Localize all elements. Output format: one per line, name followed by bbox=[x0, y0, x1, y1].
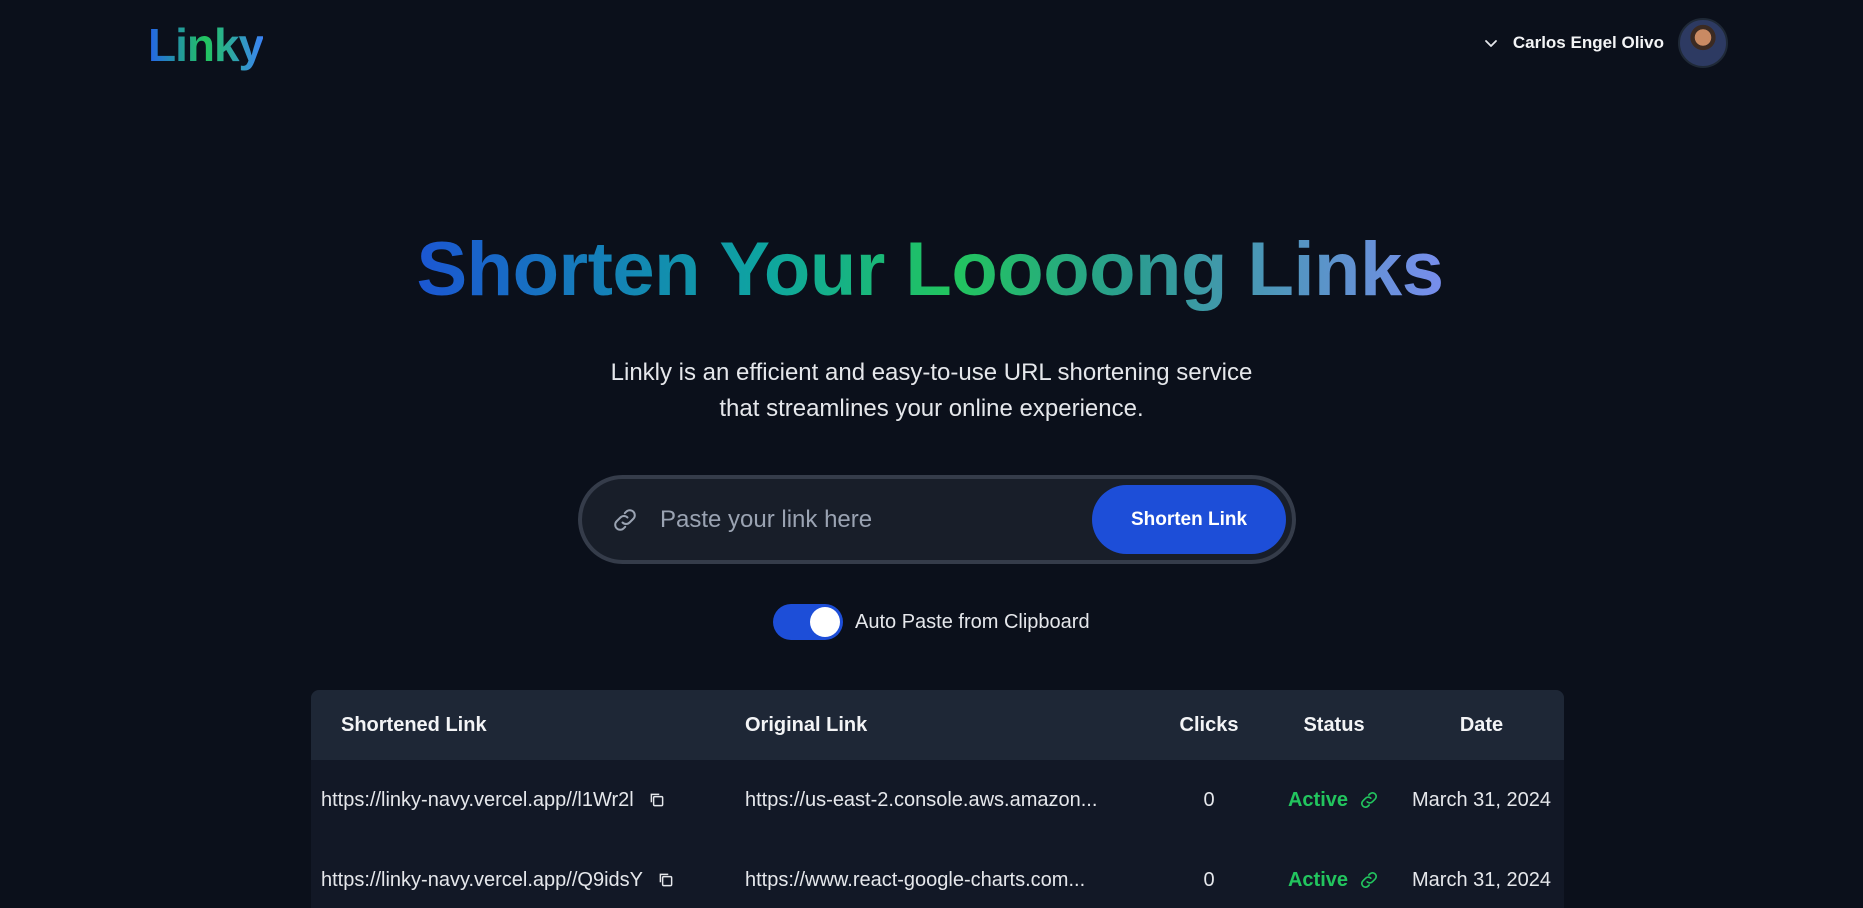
auto-paste-setting: Auto Paste from Clipboard bbox=[773, 604, 1090, 640]
shorten-form: Shorten Link bbox=[578, 475, 1296, 564]
toggle-knob bbox=[810, 607, 840, 637]
link-icon bbox=[614, 508, 636, 531]
original-link[interactable]: https://us-east-2.console.aws.amazon... bbox=[745, 789, 1149, 812]
link-icon[interactable] bbox=[1358, 789, 1380, 811]
copy-icon[interactable] bbox=[648, 791, 666, 809]
hero-subtitle-line-1: Linkly is an efficient and easy-to-use U… bbox=[610, 359, 1253, 386]
shortened-link[interactable]: https://linky-navy.vercel.app//l1Wr2l bbox=[321, 789, 634, 812]
auto-paste-toggle[interactable] bbox=[773, 604, 843, 640]
user-name[interactable]: Carlos Engel Olivo bbox=[1513, 33, 1664, 53]
header-shortened-link: Shortened Link bbox=[341, 713, 487, 736]
avatar[interactable] bbox=[1678, 18, 1728, 68]
status-badge: Active bbox=[1287, 788, 1349, 811]
hero-title: Shorten Your Loooong Links bbox=[380, 226, 1480, 313]
link-icon[interactable] bbox=[1358, 869, 1380, 891]
app-logo[interactable]: Linky bbox=[148, 18, 264, 72]
links-table: Shortened Link Original Link Clicks Stat… bbox=[311, 690, 1564, 908]
link-input[interactable] bbox=[660, 505, 1092, 534]
auto-paste-label: Auto Paste from Clipboard bbox=[855, 610, 1090, 633]
table-row: https://linky-navy.vercel.app//l1Wr2l ht… bbox=[311, 760, 1564, 840]
status-badge: Active bbox=[1287, 868, 1349, 891]
header-original-link: Original Link bbox=[745, 713, 868, 736]
original-link[interactable]: https://www.react-google-charts.com... bbox=[745, 869, 1149, 892]
status-cell: Active bbox=[1269, 789, 1399, 812]
header-clicks: Clicks bbox=[1179, 713, 1239, 736]
chevron-down-icon[interactable] bbox=[1483, 35, 1499, 51]
status-cell: Active bbox=[1269, 869, 1399, 892]
clicks-count: 0 bbox=[1203, 868, 1215, 891]
header-date: Date bbox=[1459, 713, 1504, 736]
shortened-link-cell: https://linky-navy.vercel.app//Q9idsY bbox=[311, 869, 745, 892]
shortened-link-cell: https://linky-navy.vercel.app//l1Wr2l bbox=[311, 789, 745, 812]
table-header: Shortened Link Original Link Clicks Stat… bbox=[311, 690, 1564, 760]
copy-icon[interactable] bbox=[657, 871, 675, 889]
shortened-link[interactable]: https://linky-navy.vercel.app//Q9idsY bbox=[321, 869, 643, 892]
clicks-count: 0 bbox=[1203, 788, 1215, 811]
shorten-link-button[interactable]: Shorten Link bbox=[1092, 485, 1286, 554]
page: Linky Carlos Engel Olivo Shorten Your Lo… bbox=[0, 0, 1863, 908]
user-menu[interactable]: Carlos Engel Olivo bbox=[1483, 18, 1728, 68]
hero-subtitle: Linkly is an efficient and easy-to-use U… bbox=[0, 355, 1863, 427]
hero-subtitle-line-2: that streamlines your online experience. bbox=[719, 395, 1144, 422]
date-cell: March 31, 2024 bbox=[1412, 788, 1551, 811]
header-status: Status bbox=[1303, 713, 1365, 736]
date-cell: March 31, 2024 bbox=[1412, 868, 1551, 891]
table-row: https://linky-navy.vercel.app//Q9idsY ht… bbox=[311, 840, 1564, 908]
